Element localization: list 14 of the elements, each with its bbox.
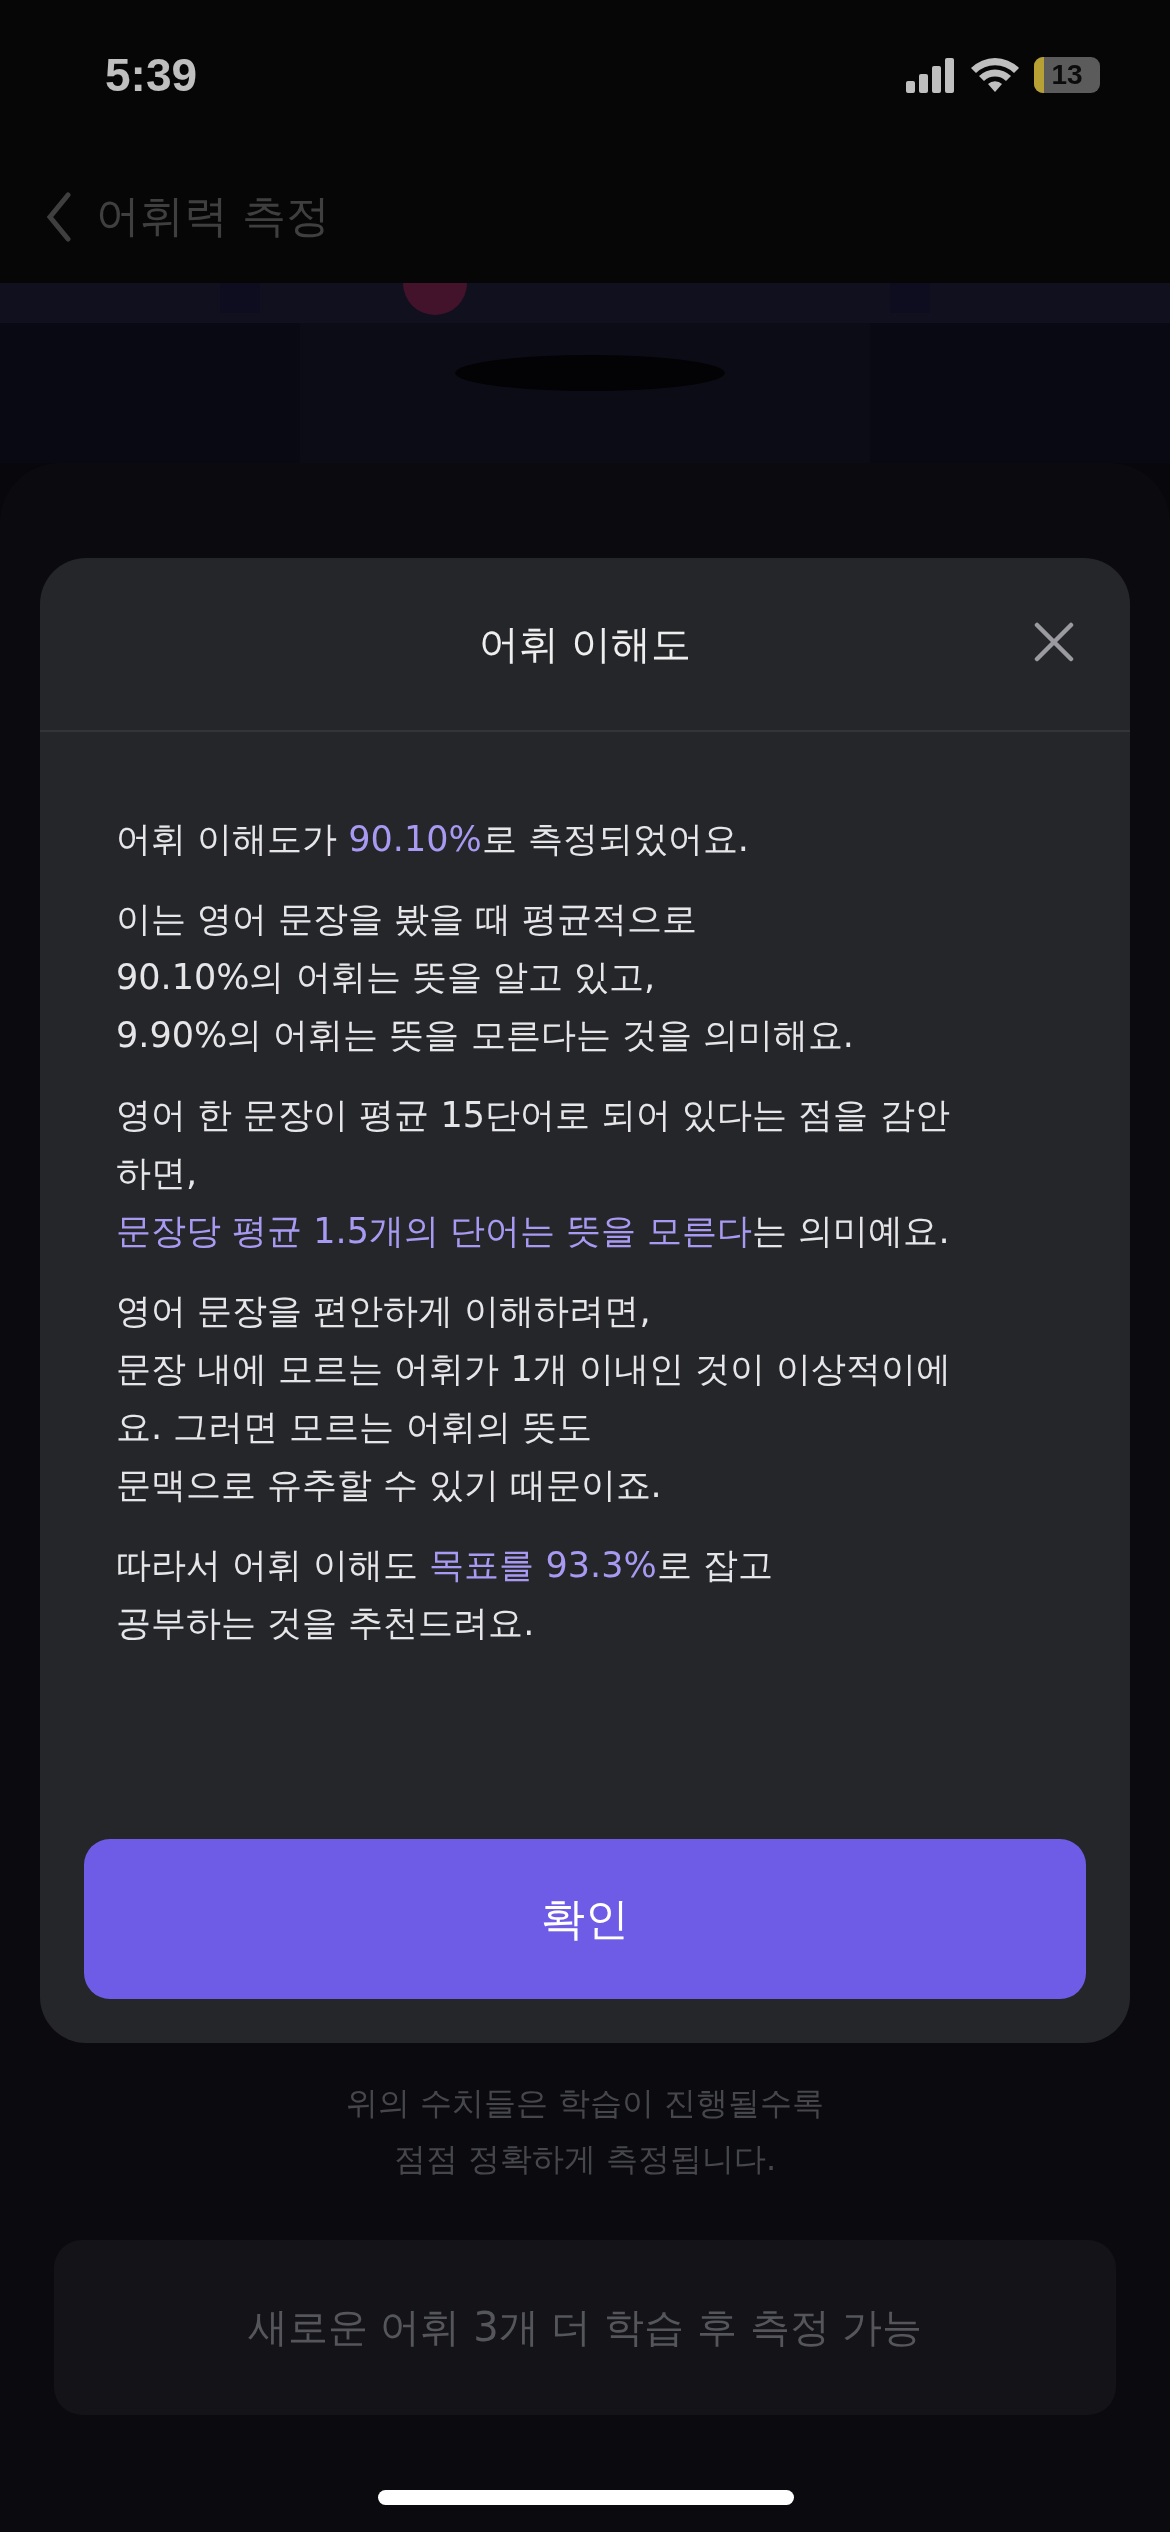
signal-icon: [906, 57, 956, 93]
battery-icon: 13: [1034, 57, 1100, 93]
close-icon[interactable]: [1034, 622, 1074, 662]
paragraph: 영어 문장을 편안하게 이해하려면, 문장 내에 모르는 어휘가 1개 이내인 것이 이상적이에 요. 그러면 모르는 어휘의 뜻도 문맥으로 유추할 수 있기 때문이죠.: [116, 1290, 953, 1507]
paragraph: 영어 한 문장이 평균 15단어로 되어 있다는 점을 감안 하면, 문장당 평균 1.5개의 단어는 뜻을 모른다는 의미예요.: [116, 1094, 951, 1253]
info-note: 위의 수치들은 학습이 진행될수록 점점 정확하게 측정됩니다.: [344, 2083, 826, 2180]
confirm-button[interactable]: 확인: [84, 1839, 1086, 1999]
dialog-title: 어휘 이해도: [478, 619, 692, 669]
paragraph: 어휘 이해도가 90.10%로 측정되었어요.: [116, 818, 750, 861]
paragraph: 따라서 어휘 이해도 목표를 93.3%로 잡고 공부하는 것을 추천드려요.: [116, 1544, 774, 1645]
wifi-icon: [970, 57, 1020, 93]
page-title: 어휘력 측정: [96, 189, 330, 243]
paragraph: 이는 영어 문장을 봤을 때 평균적으로 90.10%의 어휘는 뜻을 알고 있고, 9.90%의 어휘는 뜻을 모른다는 것을 의미해요.: [116, 898, 855, 1057]
status-time: 5:39: [105, 48, 198, 102]
